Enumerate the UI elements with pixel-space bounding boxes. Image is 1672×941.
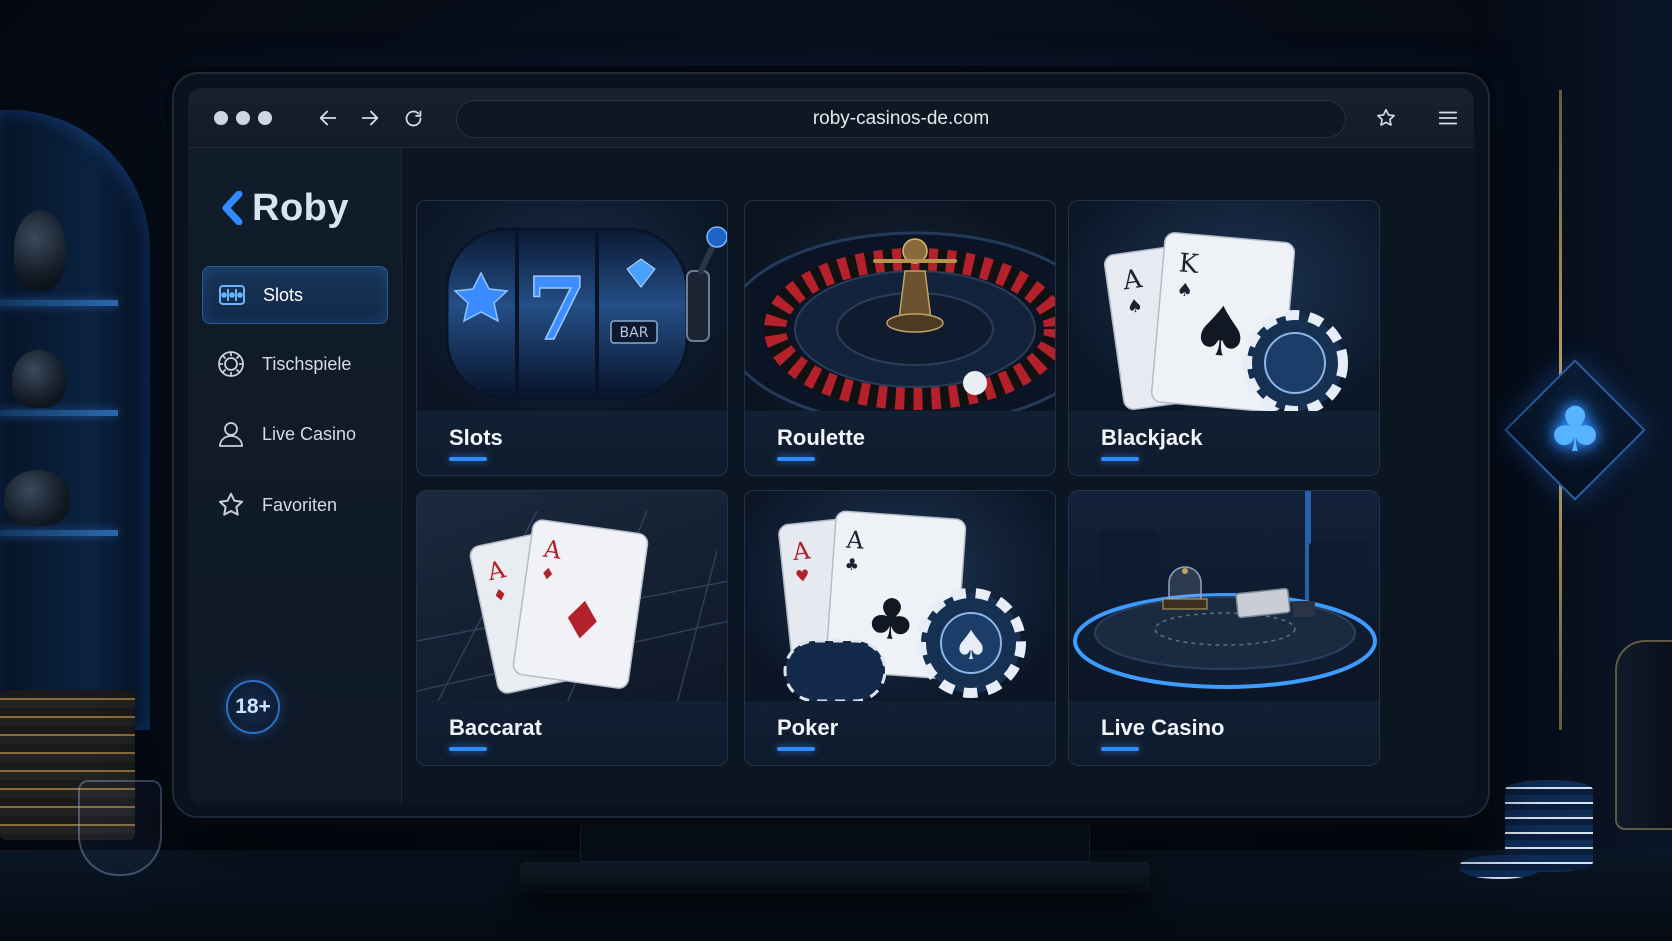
shelf-board [0,410,118,416]
brand-name: Roby [252,186,349,229]
window-dot-icon[interactable] [214,111,228,125]
slots-artwork: 7 BAR [417,201,727,413]
card-footer: Poker [745,701,1055,765]
live-casino-artwork [1069,491,1379,703]
shelf-board [0,530,118,536]
card-rank-ace: A [790,536,812,566]
game-card-slots[interactable]: 7 BAR Slots [416,200,728,476]
browser-window: roby-casinos-de.com Roby Slots Tischspie… [188,88,1474,804]
game-card-title: Live Casino [1101,715,1225,740]
sidebar-item-label: Tischspiele [262,353,352,374]
blackjack-artwork: A ♠ K ♠ ♠ [1069,201,1379,413]
slot-machine-image: 7 BAR [445,226,727,401]
browser-menu-button[interactable] [1432,102,1464,134]
game-card-blackjack[interactable]: A ♠ K ♠ ♠ Blackjack [1068,200,1380,476]
poker-artwork: A ♥ A ♣ ♣ ♠ [745,491,1055,703]
game-card-title: Poker [777,715,839,740]
reel-seven-symbol: 7 [527,259,587,360]
monitor-frame: roby-casinos-de.com Roby Slots Tischspie… [172,72,1490,818]
game-card-title: Slots [449,425,503,450]
chevron-left-logo-icon [222,191,243,225]
poker-cards-image: A ♥ A ♣ ♣ ♠ [778,510,1026,703]
roulette-wheel-icon [218,351,244,377]
decor-bottle [14,210,66,290]
decor-glass [78,780,162,876]
svg-text:♥: ♥ [794,566,810,586]
baccarat-artwork: A ♦ A ♦ ♦ [417,491,727,703]
game-card-baccarat[interactable]: A ♦ A ♦ ♦ Baccarat [416,490,728,766]
sidebar-item-label: Live Casino [262,423,357,444]
shelf-board [0,300,118,306]
sidebar: Roby Slots Tischspiele Live Casino Favor… [188,148,402,804]
window-controls[interactable] [214,111,272,125]
title-underline [777,747,815,751]
bookmark-button[interactable] [1370,102,1402,134]
baccarat-cards-image: A ♦ A ♦ ♦ [417,510,727,703]
decor-bottle [12,350,66,408]
card-rank-ace: A [845,525,866,554]
arrow-left-icon [319,110,337,126]
title-underline [449,457,487,461]
game-card-poker[interactable]: A ♥ A ♣ ♣ ♠ Poker [744,490,1056,766]
svg-text:♠: ♠ [1125,295,1144,318]
decor-bottle [4,470,70,526]
card-footer: Live Casino [1069,701,1379,765]
hamburger-menu-icon [1438,111,1458,125]
svg-text:♠: ♠ [953,623,989,669]
sidebar-item-label: Favoriten [262,494,338,515]
svg-text:♣: ♣ [844,554,860,574]
svg-text:♦: ♦ [555,589,610,655]
browser-toolbar: roby-casinos-de.com [188,88,1474,148]
club-icon: ♣ [1547,393,1603,466]
blackjack-cards-image: A ♠ K ♠ ♠ [1103,232,1348,413]
card-rank-king: K [1178,248,1201,280]
sidebar-item-live-casino[interactable]: Live Casino [202,405,388,463]
user-icon [219,422,243,447]
sidebar-item-slots[interactable]: Slots [202,266,388,324]
game-card-live-casino[interactable]: Live Casino [1068,490,1380,766]
arrow-right-icon [361,110,379,126]
room-shelf-left [0,110,150,730]
monitor-stand-base [520,862,1150,894]
age-restriction-badge: 18+ [226,680,280,734]
card-footer: Roulette [745,411,1055,475]
decor-lamp [1615,640,1672,830]
sidebar-item-tischspiele[interactable]: Tischspiele [202,335,388,393]
star-outline-icon [1377,108,1395,126]
game-card-title: Baccarat [449,715,542,740]
reel-bar-symbol: BAR [620,325,649,341]
card-footer: Slots [417,411,727,475]
title-underline [1101,747,1139,751]
live-dealer-table-image [1073,491,1377,689]
roulette-artwork [745,201,1055,413]
slot-machine-icon [219,285,245,305]
svg-text:♠: ♠ [1176,279,1194,301]
card-footer: Blackjack [1069,411,1379,475]
svg-text:♣: ♣ [864,586,919,654]
forward-button[interactable] [354,102,386,134]
reload-button[interactable] [397,102,429,134]
sidebar-item-label: Slots [263,284,304,305]
window-dot-icon[interactable] [258,111,272,125]
star-outline-icon [219,492,243,516]
title-underline [449,747,487,751]
game-card-title: Blackjack [1101,425,1203,450]
monitor-stand-neck [580,818,1090,862]
brand-logo[interactable]: Roby [220,186,349,230]
decor-chip-stack [1460,855,1540,879]
game-card-roulette[interactable]: Roulette [744,200,1056,476]
reload-icon [405,110,421,126]
back-button[interactable] [312,102,344,134]
title-underline [1101,457,1139,461]
sidebar-item-favoriten[interactable]: Favoriten [202,476,388,534]
svg-text:♦: ♦ [539,563,556,584]
title-underline [777,457,815,461]
game-card-title: Roulette [777,425,865,450]
window-dot-icon[interactable] [236,111,250,125]
card-footer: Baccarat [417,701,727,765]
address-bar[interactable]: roby-casinos-de.com [456,100,1346,138]
roulette-wheel-image [745,231,1055,413]
